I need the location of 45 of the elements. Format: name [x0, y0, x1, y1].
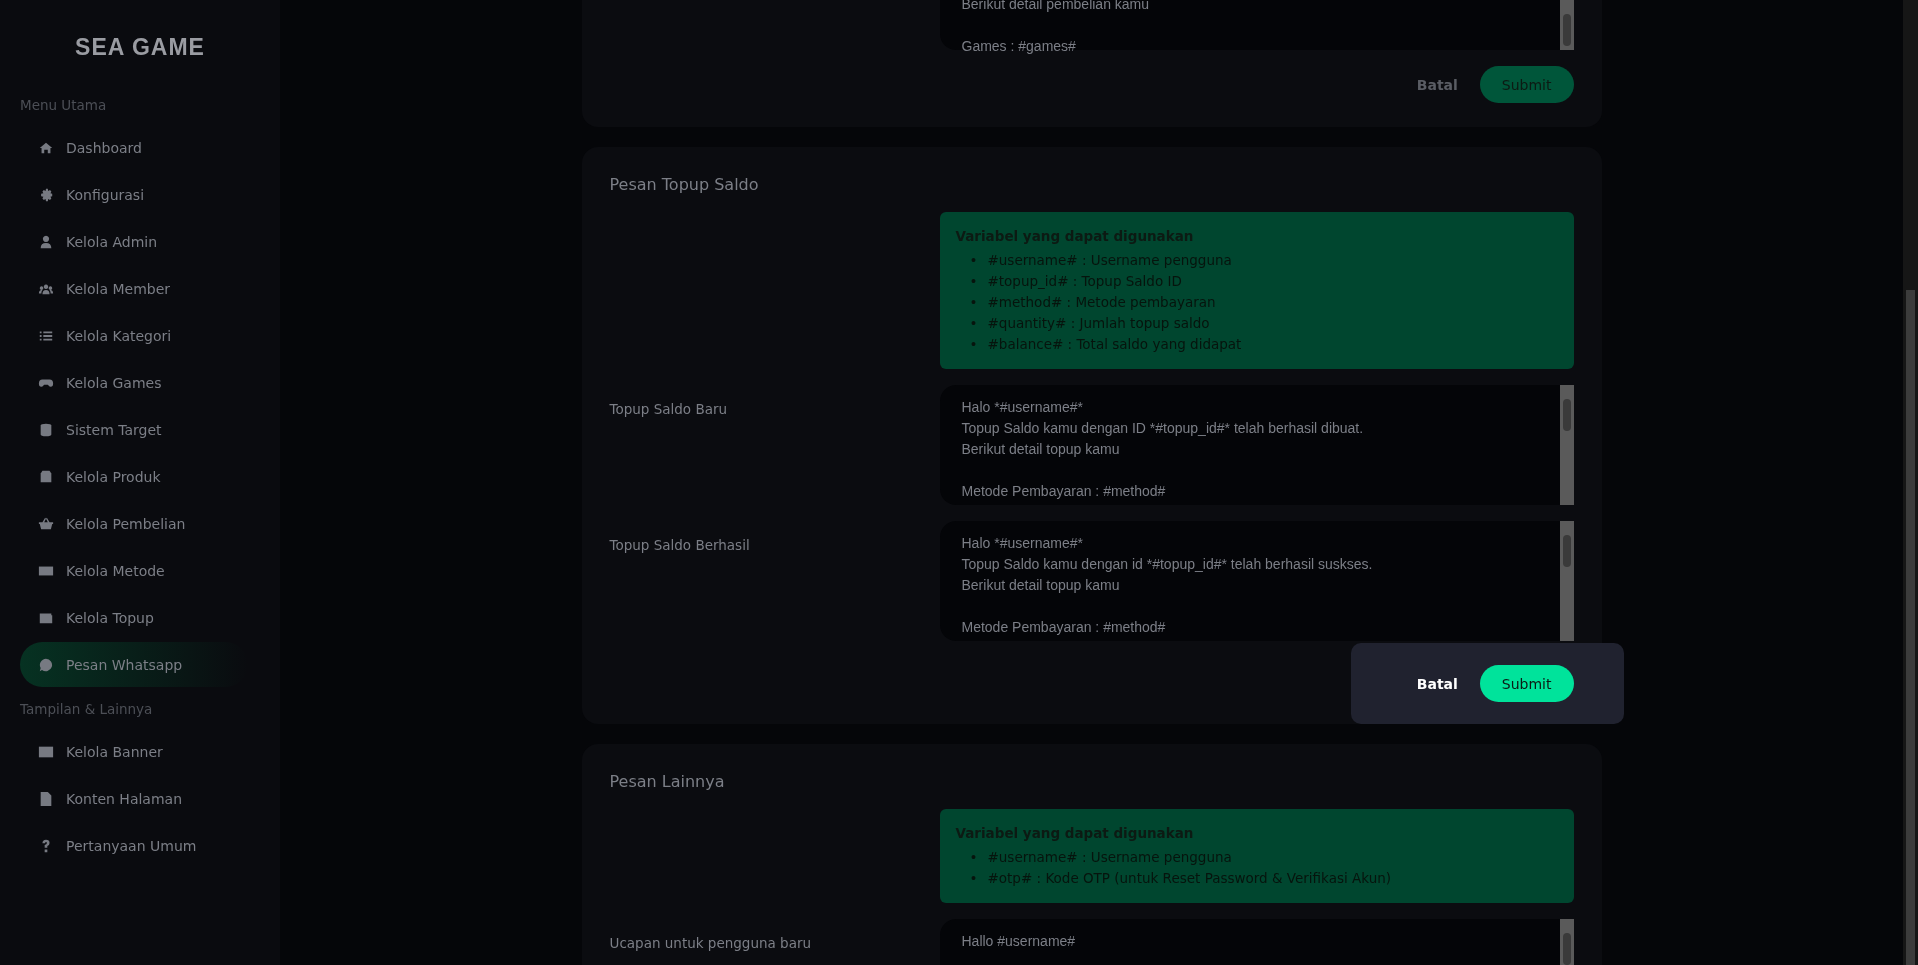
user-icon [38, 233, 54, 250]
scrollbar[interactable] [1559, 385, 1574, 505]
nav-item[interactable]: Kelola Metode [20, 548, 248, 593]
bullet: • [969, 251, 976, 270]
basket-icon [38, 515, 54, 532]
bullet: • [969, 314, 976, 333]
nav-item[interactable]: Konten Halaman [20, 776, 248, 821]
scrollbar[interactable] [1559, 0, 1574, 50]
card-title: Pesan Topup Saldo [609, 175, 760, 194]
scrollbar[interactable] [1559, 521, 1574, 641]
nav-item[interactable]: Kelola Member [20, 266, 248, 311]
nav-item[interactable]: Kelola Admin [20, 219, 248, 264]
nav-item[interactable]: Kelola Produk [20, 454, 248, 499]
nav-item[interactable]: Konfigurasi [20, 172, 248, 217]
bullet: • [969, 848, 976, 867]
message-field[interactable]: Halo *#username#* Topup Saldo kamu dengan ID *#topup_id#* telah berhasil dibuat. Berikut detail topup kamu Metode Pembayaran : #method# [939, 385, 1574, 505]
nav-item[interactable]: Dashboard [20, 125, 248, 170]
section-heading: Menu Utama [20, 97, 108, 113]
cancel-button[interactable]: Batal [1416, 675, 1458, 692]
file-icon [38, 790, 54, 807]
bullet: • [969, 869, 976, 888]
nav-item[interactable]: Kelola Pembelian [20, 501, 248, 546]
database-icon [38, 421, 54, 438]
message-field[interactable]: Halo *#username#* Topup Saldo kamu dengan id *#topup_id#* telah berhasil suskses. Berikut detail topup kamu Metode Pembayaran : #method# [939, 521, 1574, 641]
field-label: Ucapan untuk pengguna baru [609, 935, 812, 951]
field-label: Topup Saldo Baru [609, 401, 728, 417]
page-scrollbar[interactable] [1903, 0, 1918, 965]
nav-item[interactable]: Kelola Kategori [20, 313, 248, 358]
nav-item[interactable]: Kelola Banner [20, 729, 248, 774]
logo: SEA GAME [74, 33, 206, 62]
bullet: • [969, 335, 976, 354]
card-title: Pesan Lainnya [609, 772, 726, 791]
submit-button[interactable]: Submit [1479, 665, 1574, 702]
cancel-button[interactable]: Batal [1416, 76, 1458, 93]
gear-icon [38, 186, 54, 203]
field-label: Topup Saldo Berhasil [609, 537, 750, 553]
bullet: • [969, 272, 976, 291]
message-field[interactable]: Hallo #username# [939, 919, 1574, 965]
chat-bubble-icon [38, 656, 54, 673]
nav-item[interactable]: Sistem Target [20, 407, 248, 452]
section-heading: Tampilan & Lainnya [20, 701, 154, 717]
nav-item[interactable]: Kelola Topup [20, 595, 248, 640]
nav-item[interactable]: Kelola Games [20, 360, 248, 405]
bullet: • [969, 293, 976, 312]
nav-item[interactable]: Pertanyaan Umum [20, 823, 248, 868]
